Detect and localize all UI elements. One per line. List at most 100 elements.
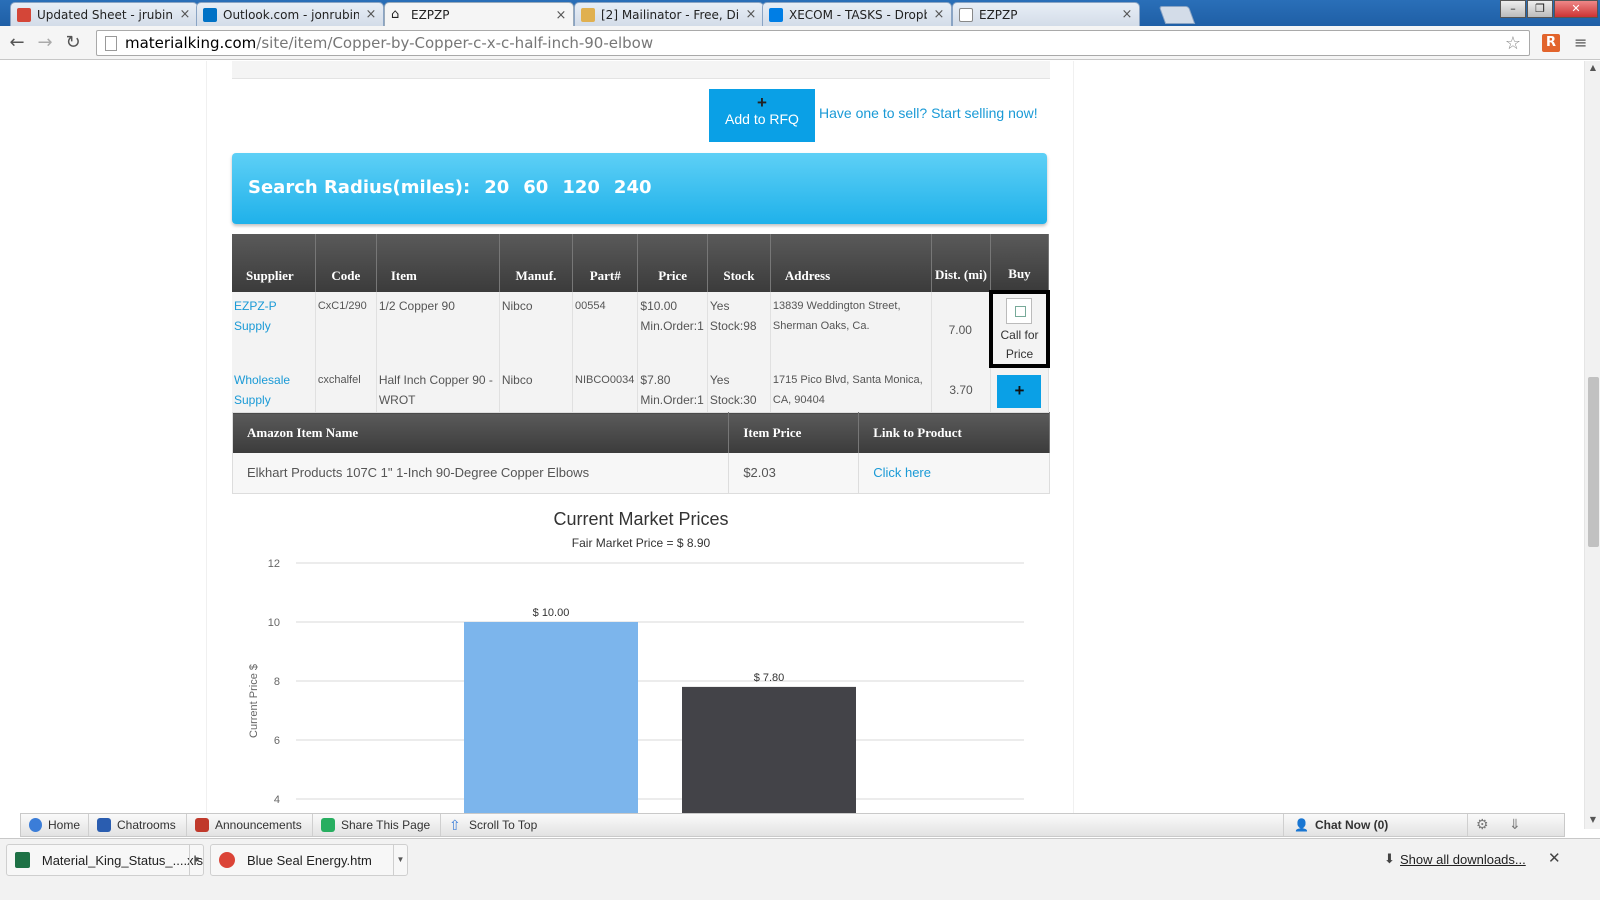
col-header: Buy xyxy=(990,234,1049,292)
stock-cell: Yes Stock:98 xyxy=(707,292,771,366)
supplier-link[interactable]: Wholesale Supply xyxy=(234,373,290,407)
scroll-to-top-button[interactable]: ⇧ Scroll To Top xyxy=(441,814,555,836)
part-cell: 00554 xyxy=(572,292,639,366)
scroll-up-icon[interactable]: ▲ xyxy=(1588,63,1598,72)
amazon-item-price: $2.03 xyxy=(728,452,860,494)
y-tick-label: 10 xyxy=(268,617,280,629)
stock-value: Yes xyxy=(709,299,730,313)
tab-dropbox[interactable]: XECOM - TASKS - Dropbo × xyxy=(762,2,952,26)
price-value: $10.00 xyxy=(640,299,678,313)
window-controls: – ❐ ✕ xyxy=(1499,0,1598,18)
home-button[interactable]: Home xyxy=(21,814,89,836)
gear-icon[interactable]: ⚙ xyxy=(1476,816,1489,833)
chart-svg: Current Market Prices Fair Market Price =… xyxy=(248,509,1024,829)
chat-now-button[interactable]: 👤 Chat Now (0) xyxy=(1283,814,1468,836)
y-tick-label: 4 xyxy=(274,794,280,806)
radius-option-20[interactable]: 20 xyxy=(484,177,509,198)
bookmark-star-icon[interactable]: ☆ xyxy=(1505,33,1521,54)
extension-r-icon[interactable]: R xyxy=(1542,34,1560,52)
radius-option-120[interactable]: 120 xyxy=(562,177,600,198)
chat-label: Chat Now (0) xyxy=(1314,818,1389,832)
amazon-product-link[interactable]: Click here xyxy=(873,465,931,480)
download-item[interactable]: Material_King_Status_....xls ▼ xyxy=(6,844,204,876)
stock-cell: Yes Stock:30 xyxy=(707,366,771,412)
dropdown-caret-icon[interactable]: ▼ xyxy=(189,845,203,875)
new-tab-button[interactable] xyxy=(1158,6,1196,24)
menu-icon[interactable]: ≡ xyxy=(1574,34,1590,52)
download-arrow-icon: ⬇ xyxy=(1384,851,1395,866)
add-to-rfq-button[interactable]: + Add to RFQ xyxy=(709,89,815,142)
chatrooms-icon xyxy=(97,818,111,832)
tab-mailinator[interactable]: [2] Mailinator - Free, Disp × xyxy=(574,2,764,26)
close-icon[interactable]: × xyxy=(933,7,945,22)
window-close-button[interactable]: ✕ xyxy=(1554,0,1598,18)
close-icon[interactable]: × xyxy=(745,7,757,22)
close-icon[interactable]: × xyxy=(1121,7,1133,22)
collapse-icon[interactable]: ⇓ xyxy=(1509,816,1521,833)
dropdown-caret-icon[interactable]: ▼ xyxy=(393,845,407,875)
scroll-thumb[interactable] xyxy=(1588,377,1599,547)
close-icon[interactable]: × xyxy=(555,8,567,23)
y-tick-label: 12 xyxy=(268,558,280,570)
dropbox-icon xyxy=(769,7,783,22)
outlook-icon xyxy=(203,7,217,22)
tab-outlook[interactable]: Outlook.com - jonrubin1( × xyxy=(196,2,384,26)
downloads-bar: Material_King_Status_....xls ▼ Blue Seal… xyxy=(0,838,1600,880)
price-value: $7.80 xyxy=(640,373,671,387)
col-header: Amazon Item Name xyxy=(232,412,730,453)
col-header: Stock xyxy=(707,234,771,292)
download-name: Blue Seal Energy.htm xyxy=(247,852,372,868)
address-cell: 13839 Weddington Street, Sherman Oaks, C… xyxy=(770,292,932,366)
dist-cell: 7.00 xyxy=(931,292,992,366)
col-header: Item xyxy=(376,234,500,292)
bar-2 xyxy=(682,686,856,829)
home-icon: ⌂ xyxy=(391,7,400,22)
announcements-button[interactable]: Announcements xyxy=(187,814,313,836)
stock-qty: Stock:98 xyxy=(709,319,757,333)
y-tick-label: 6 xyxy=(274,735,280,747)
show-all-downloads-link[interactable]: Show all downloads... xyxy=(1400,852,1526,867)
manuf-cell: Nibco xyxy=(499,292,574,366)
chatrooms-label: Chatrooms xyxy=(117,818,176,832)
chart-subtitle: Fair Market Price = $ 8.90 xyxy=(572,536,711,550)
tab-gmail[interactable]: Updated Sheet - jrubin@k × xyxy=(10,2,198,26)
megaphone-icon xyxy=(195,818,209,832)
browser-window: Updated Sheet - jrubin@k × Outlook.com -… xyxy=(0,0,1600,900)
forward-icon[interactable]: → xyxy=(34,32,56,54)
close-icon[interactable]: × xyxy=(179,7,191,22)
col-header: Item Price xyxy=(728,412,860,453)
share-page-button[interactable]: Share This Page xyxy=(313,814,441,836)
col-header: Part# xyxy=(572,234,639,292)
amazon-table: Amazon Item Name Item Price Link to Prod… xyxy=(232,412,1050,494)
chatrooms-button[interactable]: Chatrooms xyxy=(89,814,187,836)
arrow-up-icon: ⇧ xyxy=(449,817,461,833)
buy-cell-highlighted[interactable]: Call for Price xyxy=(988,290,1051,368)
supplier-link[interactable]: EZPZ-P Supply xyxy=(234,299,276,333)
page-content: + Add to RFQ Have one to sell? Start sel… xyxy=(207,61,1073,829)
download-item[interactable]: Blue Seal Energy.htm ▼ xyxy=(210,844,408,876)
page-icon xyxy=(105,35,117,51)
minimize-button[interactable]: – xyxy=(1500,0,1526,18)
maximize-button[interactable]: ❐ xyxy=(1527,0,1553,18)
tab-ezpzp[interactable]: EZPZP × xyxy=(952,2,1140,26)
back-icon[interactable]: ← xyxy=(6,32,28,54)
table-header-row: Supplier Code Item Manuf. Part# Price St… xyxy=(232,234,1049,292)
share-icon xyxy=(321,818,335,832)
scroll-down-icon[interactable]: ▼ xyxy=(1588,815,1598,824)
price-cell: $10.00 Min.Order:1 xyxy=(637,292,708,366)
y-axis-label: Current Price $ xyxy=(248,664,260,738)
reload-icon[interactable]: ↻ xyxy=(62,32,84,54)
start-selling-link[interactable]: Have one to sell? Start selling now! xyxy=(819,105,1038,121)
radius-label: Search Radius(miles): xyxy=(248,177,471,198)
tab-ezpzp-active[interactable]: ⌂ EZPZP × xyxy=(384,2,574,27)
close-icon[interactable]: × xyxy=(365,7,377,22)
address-bar[interactable]: materialking.com /site/item/Copper-by-Co… xyxy=(96,30,1530,56)
min-order: Min.Order:1 xyxy=(640,393,704,407)
radius-option-60[interactable]: 60 xyxy=(523,177,548,198)
add-to-cart-button[interactable]: + xyxy=(997,374,1042,408)
user-icon: 👤 xyxy=(1294,818,1309,832)
vertical-scrollbar[interactable]: ▲ ▼ xyxy=(1584,61,1600,829)
close-icon[interactable]: ✕ xyxy=(1548,849,1561,867)
min-order: Min.Order:1 xyxy=(640,319,704,333)
radius-option-240[interactable]: 240 xyxy=(614,177,652,198)
